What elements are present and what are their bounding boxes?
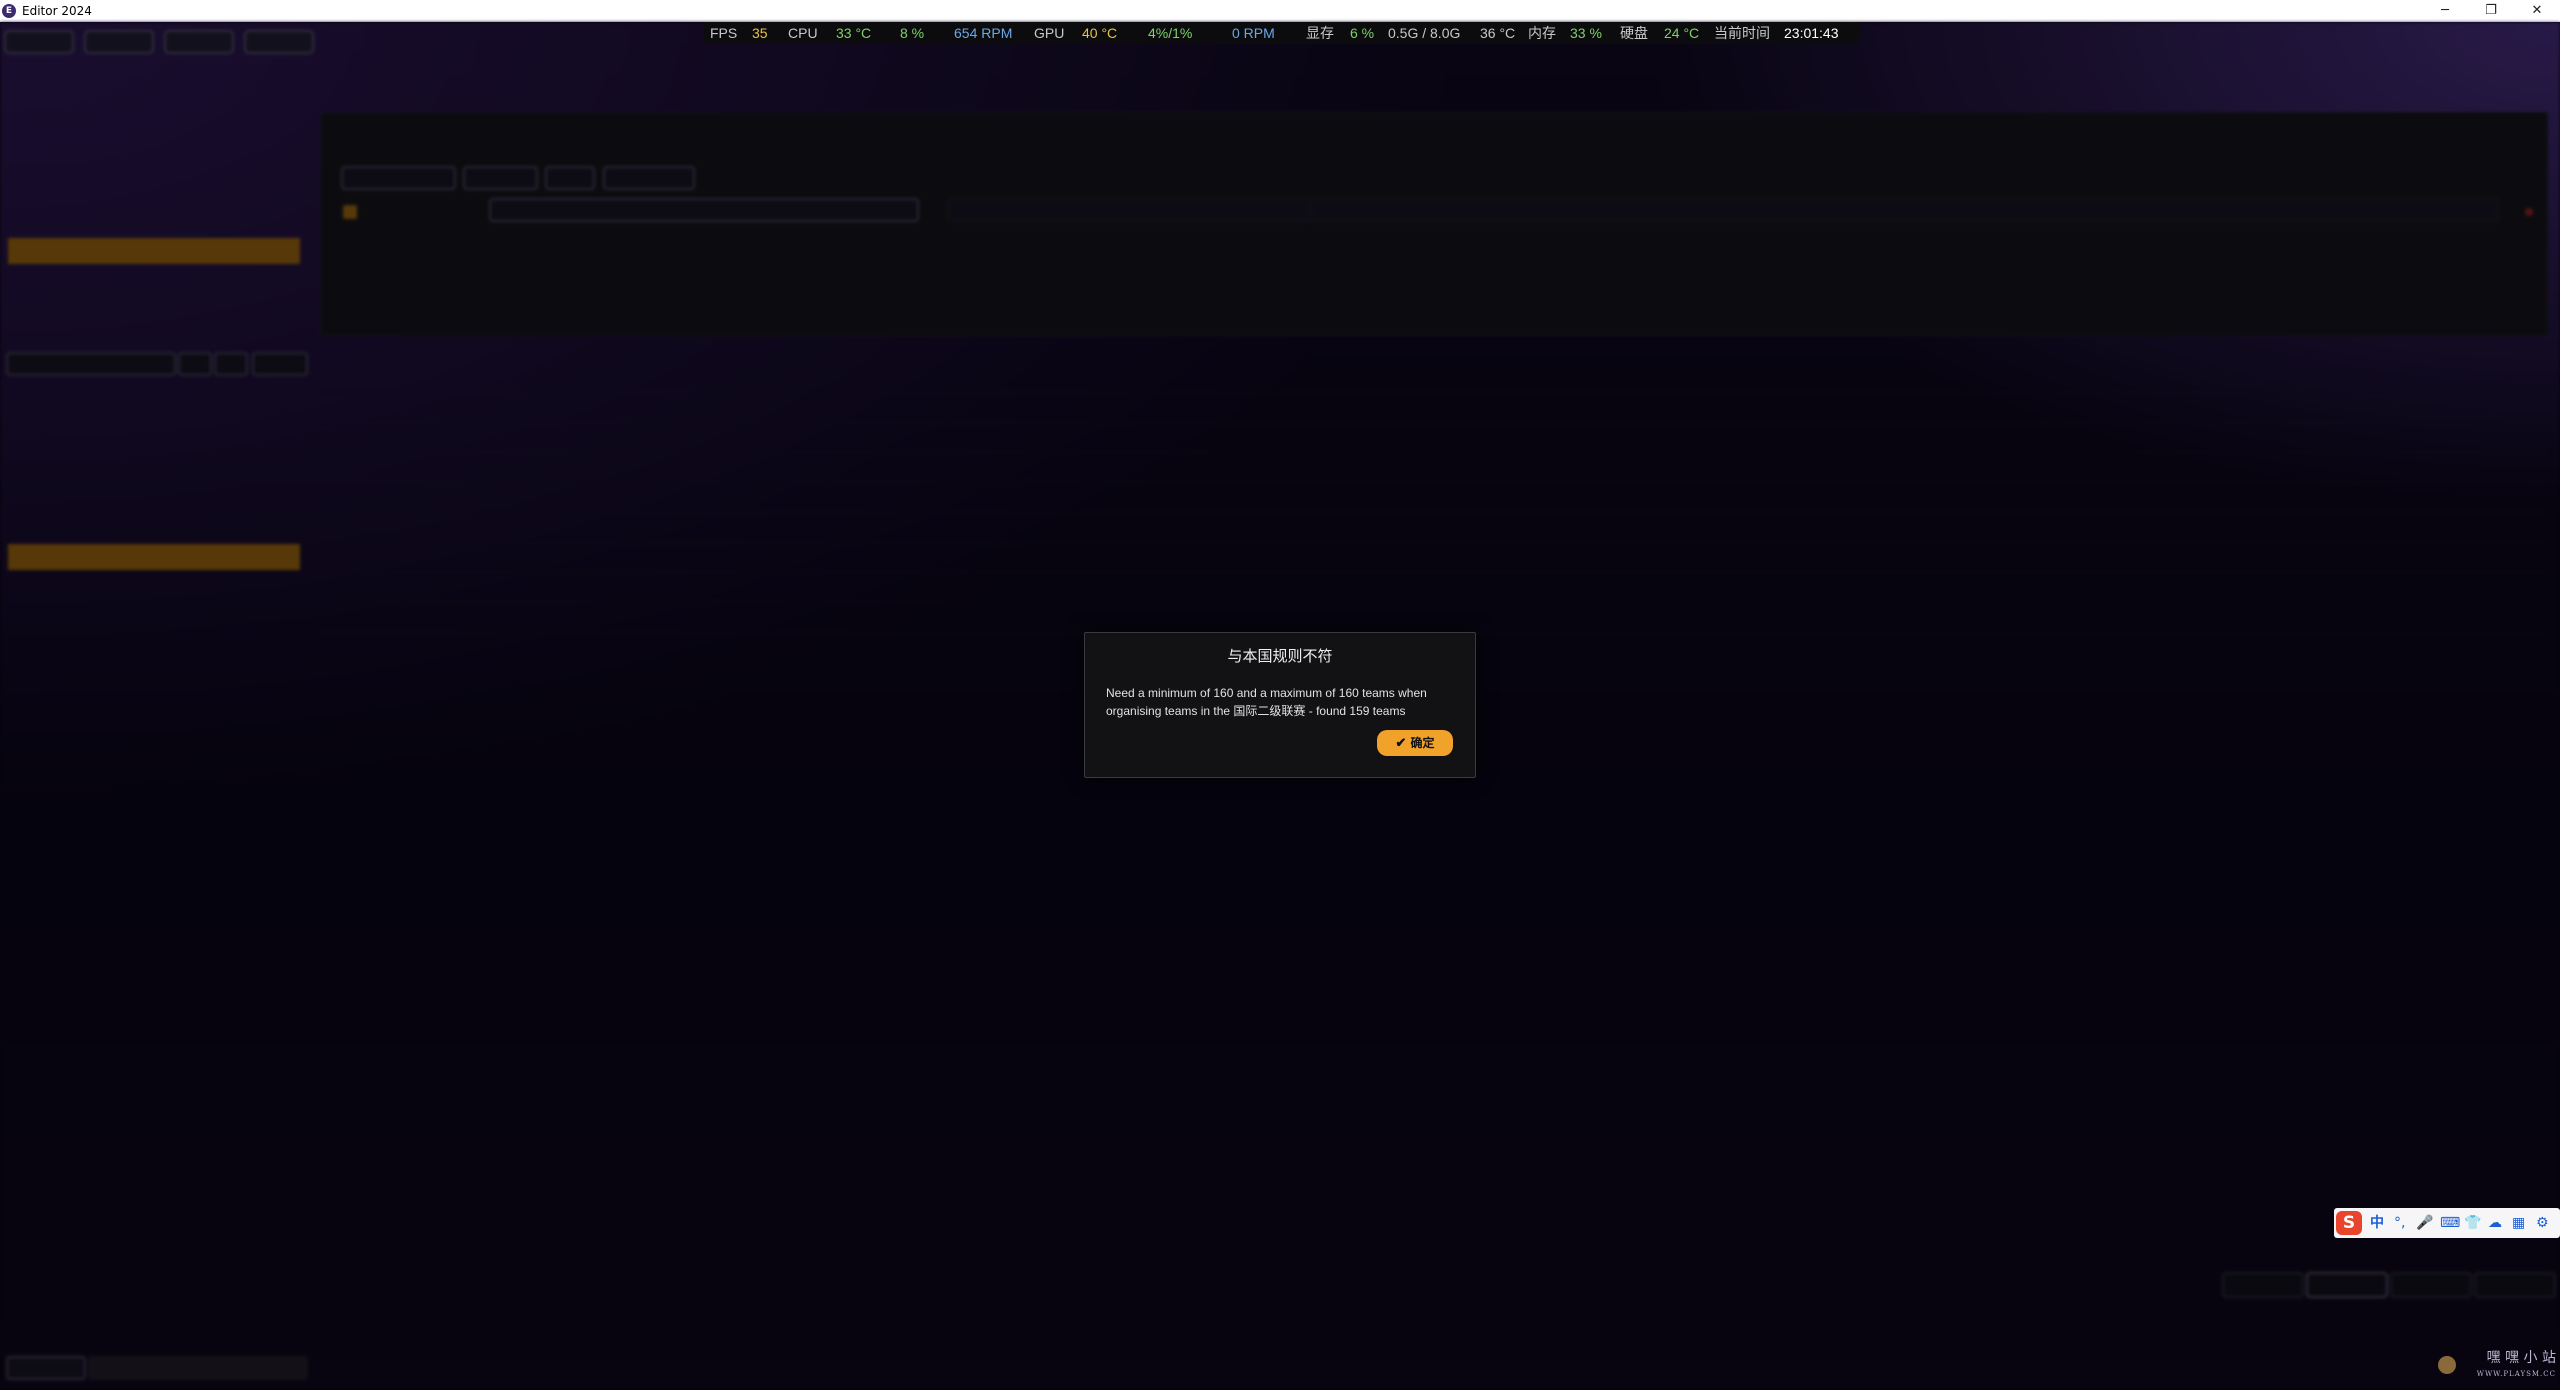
window-title: Editor 2024 xyxy=(22,4,92,18)
performance-overlay: FPS 35 CPU 33 °C 8 % 654 RPM GPU 40 °C 4… xyxy=(704,22,1860,44)
gpu-load: 4%/1% xyxy=(1148,25,1193,41)
dialog-message: Need a minimum of 160 and a maximum of 1… xyxy=(1106,686,1427,718)
gpu-label: GPU xyxy=(1034,25,1065,41)
cpu-label: CPU xyxy=(788,25,818,41)
vram-usage: 0.5G / 8.0G xyxy=(1388,25,1461,41)
confirm-button-label: 确定 xyxy=(1410,736,1435,750)
ime-logo-icon[interactable]: S xyxy=(2336,1211,2362,1235)
watermark-logo-icon xyxy=(2438,1356,2456,1374)
current-time-value: 23:01:43 xyxy=(1784,25,1839,41)
cpu-fan-rpm: 654 RPM xyxy=(954,25,1013,41)
ime-chinese-mode[interactable]: 中 xyxy=(2370,1214,2384,1232)
app-logo-icon: E xyxy=(2,4,16,18)
gpu-fan-rpm: 0 RPM xyxy=(1232,25,1275,41)
confirm-button[interactable]: ✔ 确定 xyxy=(1377,730,1453,756)
restore-button[interactable]: ❐ xyxy=(2468,0,2514,22)
ime-skin-icon[interactable]: 👕 xyxy=(2464,1214,2481,1232)
watermark-text: 嘿 嘿 小 站 xyxy=(2486,1350,2556,1366)
watermark-url: WWW.PLAYSM.CC xyxy=(2476,1370,2556,1378)
vram-percent: 6 % xyxy=(1350,25,1375,41)
disk-label: 硬盘 xyxy=(1620,25,1648,41)
disk-temp: 24 °C xyxy=(1664,25,1700,41)
fps-value: 35 xyxy=(752,25,768,41)
ime-keyboard-icon[interactable]: ⌨ xyxy=(2440,1214,2460,1232)
ime-cloud-icon[interactable]: ☁ xyxy=(2488,1214,2502,1232)
ime-toolbar: S 中 °, 🎤 ⌨ 👕 ☁ ▦ ⚙ xyxy=(2334,1208,2560,1238)
check-icon: ✔ xyxy=(1395,735,1407,750)
vram-temp: 36 °C xyxy=(1480,25,1516,41)
ime-settings-icon[interactable]: ⚙ xyxy=(2536,1214,2549,1232)
close-button[interactable]: ✕ xyxy=(2514,0,2560,22)
rule-violation-dialog: 与本国规则不符 Need a minimum of 160 and a maxi… xyxy=(1084,632,1476,778)
gpu-temp: 40 °C xyxy=(1082,25,1118,41)
vram-label: 显存 xyxy=(1306,25,1334,41)
cpu-temp: 33 °C xyxy=(836,25,872,41)
dialog-title: 与本国规则不符 xyxy=(1227,648,1333,665)
memory-percent: 33 % xyxy=(1570,25,1602,41)
ime-toolbox-icon[interactable]: ▦ xyxy=(2512,1214,2525,1232)
watermark: 嘿 嘿 小 站 WWW.PLAYSM.CC xyxy=(2468,1350,2556,1382)
cpu-load: 8 % xyxy=(900,25,925,41)
ime-microphone-icon[interactable]: 🎤 xyxy=(2416,1214,2433,1232)
memory-label: 内存 xyxy=(1528,25,1556,41)
minimize-button[interactable]: ─ xyxy=(2422,0,2468,22)
ime-punctuation-icon[interactable]: °, xyxy=(2394,1214,2405,1232)
window-title-bar: E Editor 2024 ─ ❐ ✕ xyxy=(0,0,2560,22)
current-time-label: 当前时间 xyxy=(1714,25,1770,41)
fps-label: FPS xyxy=(710,25,738,41)
